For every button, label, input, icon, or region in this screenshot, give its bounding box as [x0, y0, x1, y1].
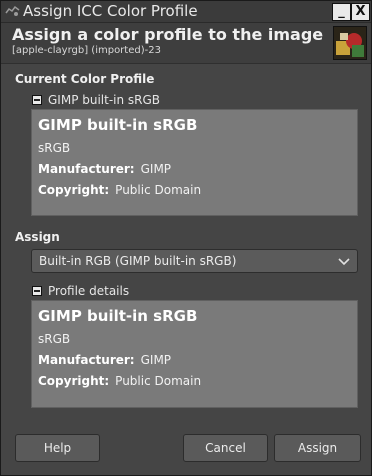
current-profile-expander-label: GIMP built-in sRGB: [48, 93, 161, 107]
image-thumbnail: [333, 26, 367, 60]
assign-profile-selected: Built-in RGB (GIMP built-in sRGB): [39, 254, 237, 268]
assign-profile-manufacturer: Manufacturer: GIMP: [38, 353, 171, 367]
manufacturer-label: Manufacturer:: [38, 353, 135, 367]
copyright-label: Copyright:: [38, 374, 110, 388]
header-title: Assign a color profile to the image: [12, 25, 324, 44]
manufacturer-value: GIMP: [140, 353, 172, 367]
copyright-value: Public Domain: [115, 374, 202, 388]
assign-button[interactable]: Assign: [274, 434, 361, 462]
collapse-icon: [32, 286, 42, 296]
assign-profile-description: sRGB: [38, 332, 71, 346]
assign-profile-select[interactable]: Built-in RGB (GIMP built-in sRGB): [31, 249, 358, 273]
profile-details-expander[interactable]: Profile details: [32, 284, 129, 298]
profile-details-expander-label: Profile details: [48, 284, 130, 298]
header-subtitle: [apple-clayrgb] (imported)-23: [12, 45, 161, 56]
cancel-button[interactable]: Cancel: [183, 434, 268, 462]
help-button[interactable]: Help: [15, 434, 100, 462]
copyright-value: Public Domain: [115, 183, 202, 197]
assign-profile-dialog: Assign ICC Color Profile _ X Assign a co…: [0, 0, 372, 476]
assign-profile-copyright: Copyright: Public Domain: [38, 374, 201, 388]
close-button[interactable]: X: [351, 3, 370, 21]
assign-section-label: Assign: [15, 230, 60, 244]
assign-profile-name: GIMP built-in sRGB: [38, 307, 198, 325]
dialog-header: Assign a color profile to the image [app…: [1, 23, 371, 64]
window-title: Assign ICC Color Profile: [23, 2, 198, 20]
current-profile-expander[interactable]: GIMP built-in sRGB: [32, 93, 160, 107]
minimize-button[interactable]: _: [332, 3, 351, 21]
collapse-icon: [32, 95, 42, 105]
assign-profile-details: GIMP built-in sRGB sRGB Manufacturer: GIM…: [31, 300, 358, 408]
manufacturer-value: GIMP: [140, 162, 172, 176]
current-profile-details: GIMP built-in sRGB sRGB Manufacturer: GIM…: [31, 109, 358, 216]
current-profile-name: GIMP built-in sRGB: [38, 116, 198, 134]
current-profile-description: sRGB: [38, 141, 71, 155]
gimp-app-icon: [5, 4, 21, 18]
current-profile-copyright: Copyright: Public Domain: [38, 183, 201, 197]
chevron-down-icon: [337, 253, 351, 267]
current-profile-section-label: Current Color Profile: [15, 72, 155, 86]
copyright-label: Copyright:: [38, 183, 110, 197]
manufacturer-label: Manufacturer:: [38, 162, 135, 176]
current-profile-manufacturer: Manufacturer: GIMP: [38, 162, 171, 176]
title-bar[interactable]: Assign ICC Color Profile _ X: [1, 1, 371, 23]
